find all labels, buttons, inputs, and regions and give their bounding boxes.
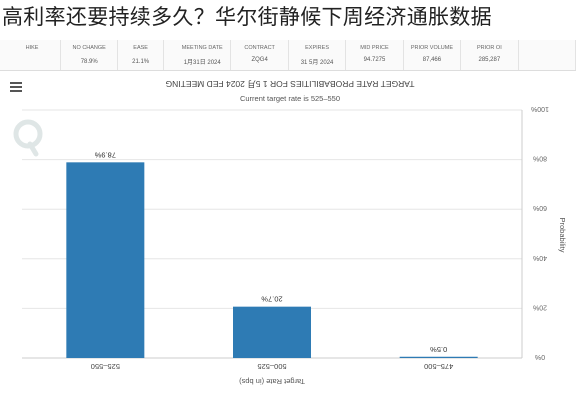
table-cell (4, 56, 62, 70)
bar-value-label: 78.9% (94, 150, 116, 159)
article-headline: 高利率还要持续多久？华尔街静候下周经济通胀数据 (2, 5, 492, 29)
table-header: MID PRICE (346, 40, 404, 55)
probability-summary-table: HIKE NO CHANGE EASE 78.9% 21.1% (4, 40, 164, 70)
table-header: PRIOR VOLUME (404, 40, 462, 55)
table-header: NO CHANGE (61, 40, 119, 57)
x-tick-label: 475–500 (424, 362, 453, 371)
table-cell: 21.1% (118, 56, 164, 70)
bar (66, 162, 145, 358)
table-cell: ZQG4 (231, 55, 289, 70)
y-tick-label: 40% (533, 254, 547, 261)
x-tick-label: 525–550 (91, 362, 120, 371)
table-header: PRIOR OI (461, 40, 519, 55)
y-tick-label: 20% (533, 303, 547, 310)
table-cell (519, 55, 576, 70)
table-header: EASE (118, 40, 164, 57)
y-tick-label: 80% (533, 155, 547, 162)
y-tick-label: 100% (531, 105, 549, 112)
table-cell: 78.9% (61, 56, 119, 70)
table-cell: 94.7275 (346, 55, 404, 70)
bar-value-label: 0.5% (430, 345, 447, 354)
table-header: CONTRACT (231, 40, 289, 55)
table-cell: 1月31日 2024 (174, 55, 232, 70)
x-axis-label: Target Rate (in bps) (239, 377, 305, 386)
bar (233, 306, 311, 358)
table-cell: 285,287 (461, 55, 519, 70)
y-tick-label: 0% (535, 353, 545, 360)
table-cell: 31 5月 2024 (289, 55, 347, 70)
table-header (519, 40, 576, 55)
y-axis-label: Probability (558, 217, 567, 252)
table-header: MEETING DATE (174, 40, 232, 55)
table-header: HIKE (4, 40, 62, 57)
bar-value-label: 20.7% (261, 295, 283, 304)
x-tick-label: 500–525 (257, 362, 286, 371)
contract-info-table: MEETING DATE CONTRACT EXPIRES MID PRICE … (174, 40, 576, 70)
bar (399, 356, 478, 358)
meeting-info-table: HIKE NO CHANGE EASE 78.9% 21.1% MEETING … (0, 40, 576, 71)
table-cell: 87,466 (404, 55, 462, 70)
table-header: EXPIRES (289, 40, 347, 55)
y-tick-label: 60% (533, 204, 547, 211)
